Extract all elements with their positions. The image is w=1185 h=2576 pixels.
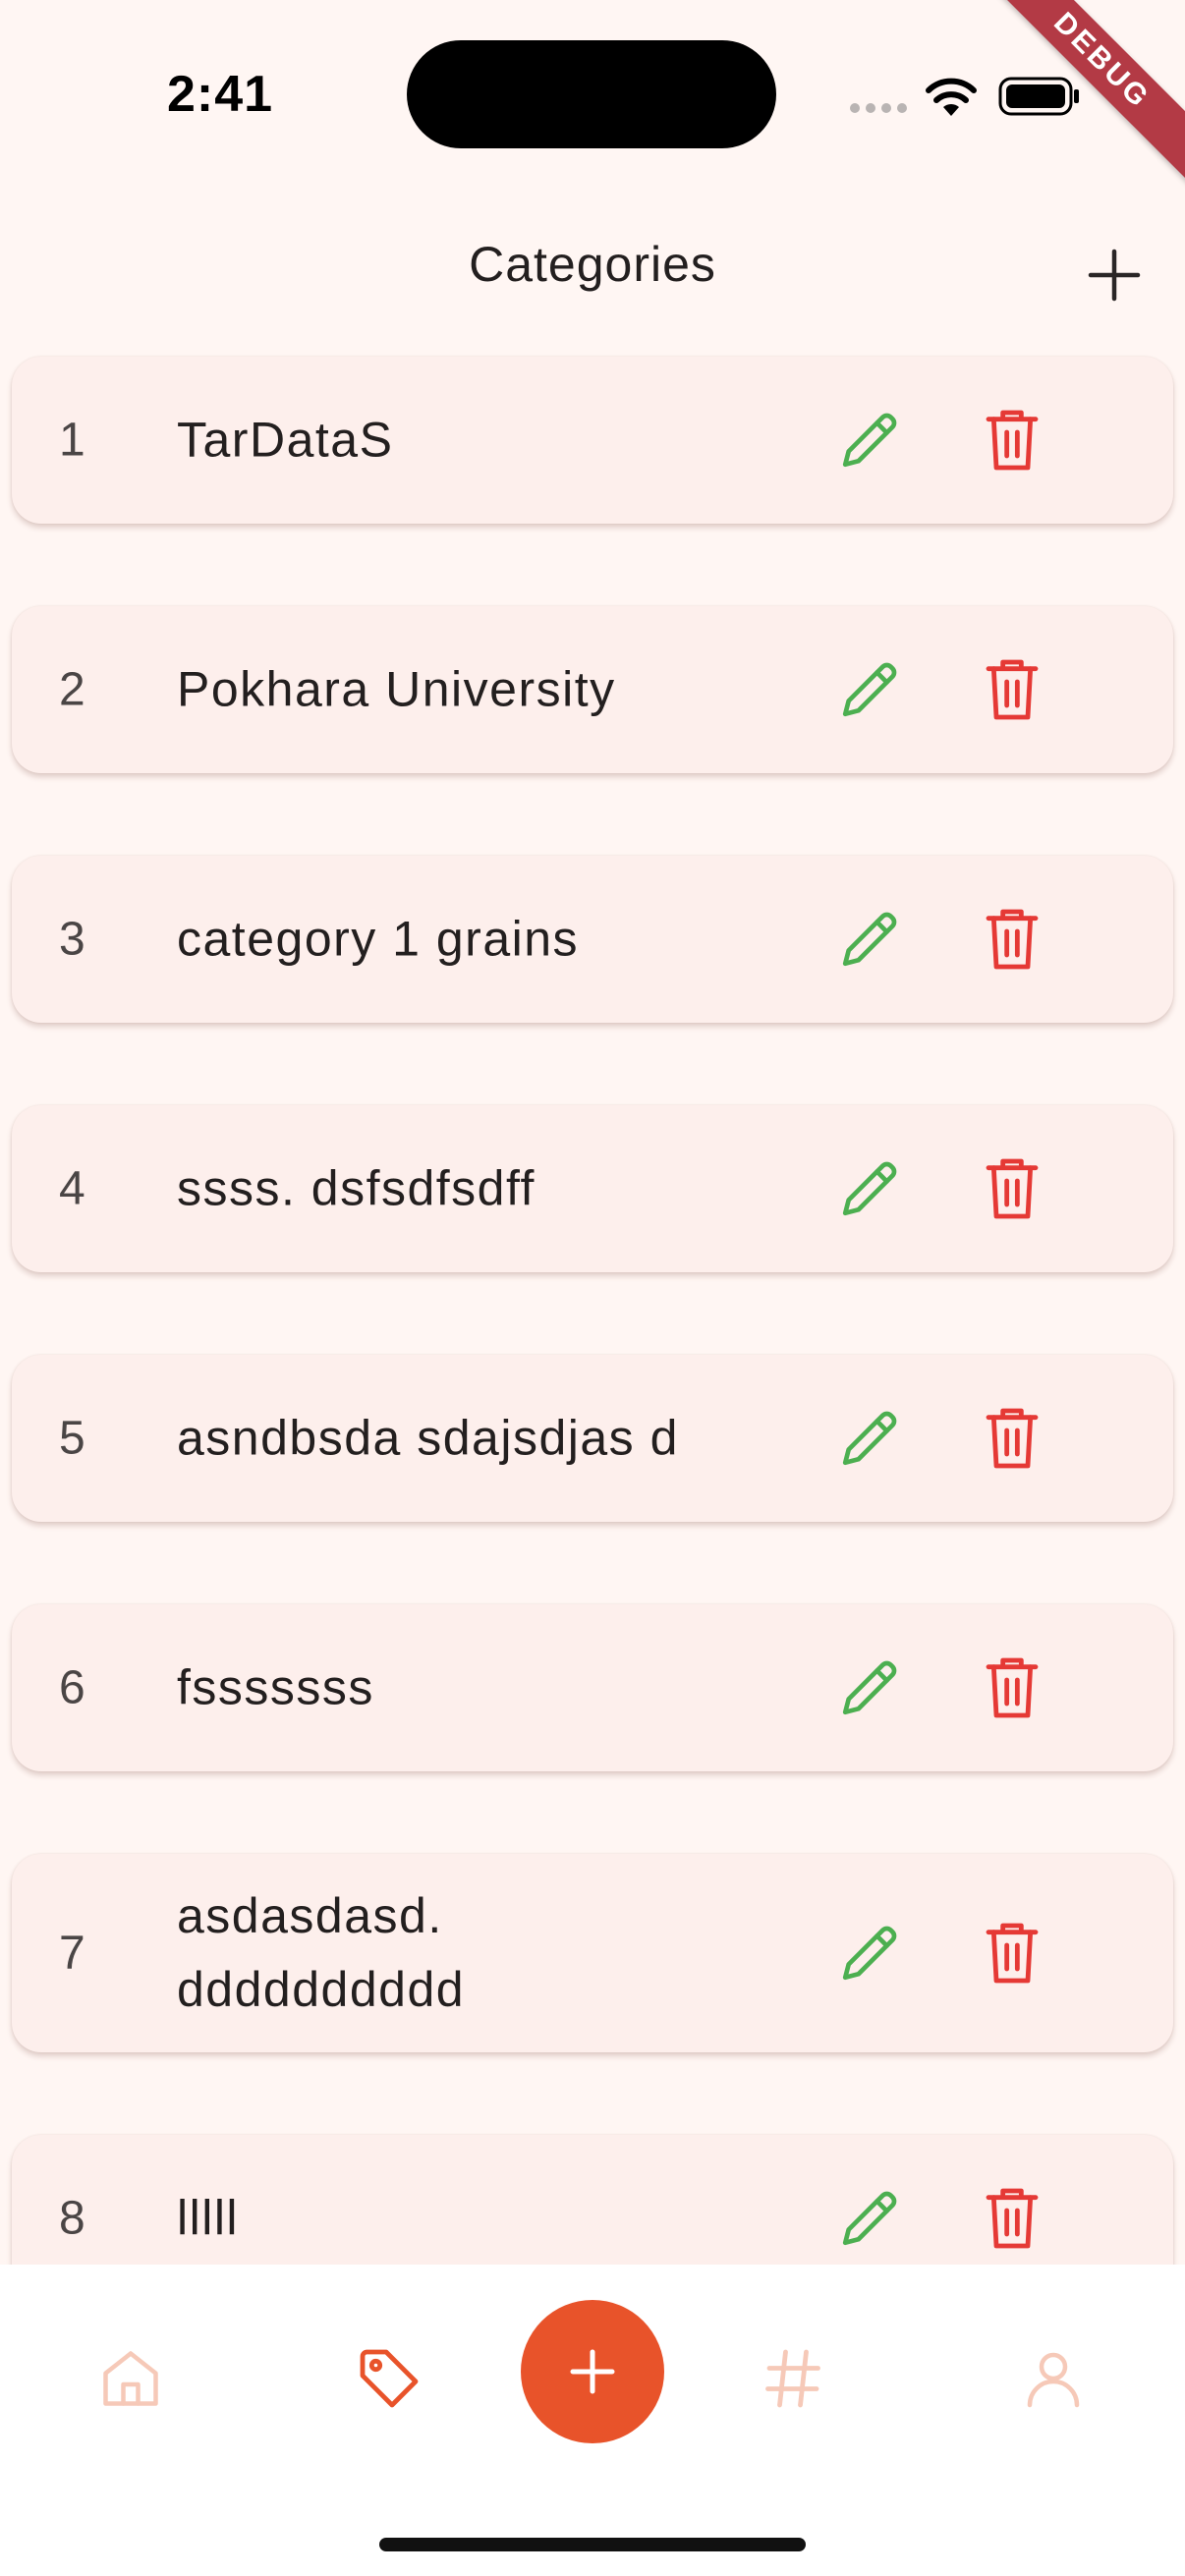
page-title: Categories: [469, 237, 716, 292]
pencil-icon: [842, 1411, 897, 1466]
trash-icon: [986, 2188, 1039, 2249]
category-card[interactable]: 7 asdasdasd. dddddddddd: [12, 1854, 1173, 2052]
nav-tags[interactable]: [758, 2343, 828, 2414]
category-card[interactable]: 4 ssss. dsfsdfsdff: [12, 1105, 1173, 1272]
edit-button[interactable]: [835, 1919, 904, 1988]
status-time: 2:41: [167, 66, 274, 123]
edit-button[interactable]: [835, 1653, 904, 1722]
tag-icon: [360, 2349, 419, 2408]
edit-button[interactable]: [835, 406, 904, 475]
category-card[interactable]: 1 TarDataS: [12, 357, 1173, 524]
pencil-icon: [842, 2191, 897, 2246]
trash-icon: [986, 1657, 1039, 1718]
category-index: 2: [59, 663, 85, 716]
status-bar: 2:41 DEBUG: [0, 0, 1185, 193]
app-bar: Categories: [0, 196, 1185, 334]
battery-icon: [998, 77, 1079, 116]
category-index: 1: [59, 414, 85, 467]
category-card[interactable]: 5 asndbsda sdajsdjas d: [12, 1355, 1173, 1522]
fab-add-button[interactable]: [521, 2300, 664, 2443]
trash-icon: [986, 1923, 1039, 1984]
category-name: category 1 grains: [177, 911, 580, 967]
pencil-icon: [842, 1926, 897, 1981]
nav-profile[interactable]: [1018, 2343, 1089, 2414]
pencil-icon: [842, 1161, 897, 1216]
pencil-icon: [842, 662, 897, 717]
delete-button[interactable]: [981, 1919, 1044, 1988]
trash-icon: [986, 410, 1039, 471]
category-name: asdasdasd. dddddddddd: [177, 1888, 466, 2017]
trash-icon: [986, 1408, 1039, 1469]
category-index: 3: [59, 913, 85, 966]
category-index: 4: [59, 1162, 85, 1215]
pencil-icon: [842, 912, 897, 967]
category-card[interactable]: 8 lllll: [12, 2135, 1173, 2265]
delete-button[interactable]: [981, 1404, 1044, 1473]
cellular-signal-icon: [850, 103, 907, 113]
category-card[interactable]: 2 Pokhara University: [12, 606, 1173, 773]
edit-button[interactable]: [835, 1404, 904, 1473]
bottom-navigation: [0, 2265, 1185, 2576]
trash-icon: [986, 659, 1039, 720]
nav-home[interactable]: [95, 2343, 166, 2414]
plus-icon: [570, 2349, 615, 2394]
edit-button[interactable]: [835, 2184, 904, 2253]
category-index: 8: [59, 2192, 85, 2245]
category-card[interactable]: 3 category 1 grains: [12, 856, 1173, 1023]
trash-icon: [986, 909, 1039, 970]
edit-button[interactable]: [835, 905, 904, 974]
home-icon: [103, 2351, 158, 2406]
nav-categories[interactable]: [354, 2343, 424, 2414]
add-category-button[interactable]: [1081, 242, 1148, 308]
delete-button[interactable]: [981, 905, 1044, 974]
pencil-icon: [842, 413, 897, 468]
edit-button[interactable]: [835, 655, 904, 724]
category-name: lllll: [177, 2190, 240, 2246]
delete-button[interactable]: [981, 1653, 1044, 1722]
delete-button[interactable]: [981, 2184, 1044, 2253]
category-index: 7: [59, 1927, 85, 1980]
category-index: 6: [59, 1661, 85, 1714]
category-name: TarDataS: [177, 412, 394, 468]
category-index: 5: [59, 1412, 85, 1465]
delete-button[interactable]: [981, 406, 1044, 475]
category-name: ssss. dsfsdfsdff: [177, 1160, 536, 1216]
pencil-icon: [842, 1660, 897, 1715]
wifi-icon: [926, 78, 977, 116]
delete-button[interactable]: [981, 655, 1044, 724]
trash-icon: [986, 1158, 1039, 1219]
plus-icon: [1088, 249, 1141, 302]
category-name: fsssssss: [177, 1659, 374, 1715]
dynamic-island: [407, 40, 776, 148]
category-name: Pokhara University: [177, 661, 616, 717]
edit-button[interactable]: [835, 1154, 904, 1223]
delete-button[interactable]: [981, 1154, 1044, 1223]
user-icon: [1027, 2352, 1080, 2408]
category-name: asndbsda sdajsdjas d: [177, 1410, 679, 1466]
category-card[interactable]: 6 fsssssss: [12, 1604, 1173, 1771]
hashtag-icon: [765, 2349, 820, 2408]
home-indicator: [379, 2538, 806, 2551]
category-list[interactable]: 1 TarDataS 2 Pokhara University 3 catego…: [0, 0, 1185, 2265]
